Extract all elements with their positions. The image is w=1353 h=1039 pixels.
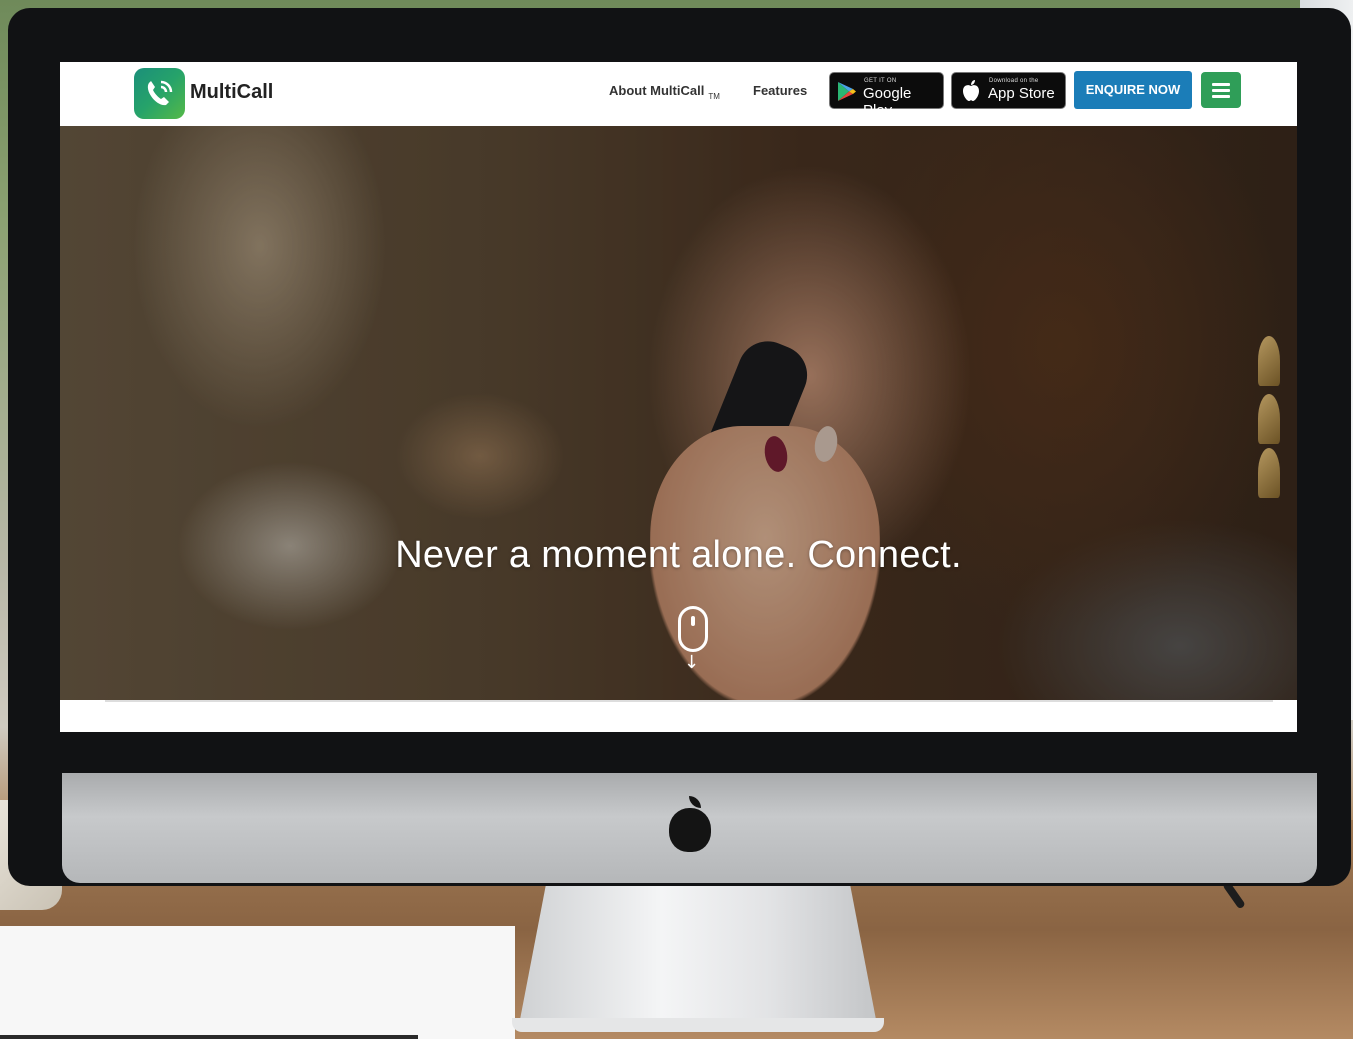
enquire-now-button[interactable]: ENQUIRE NOW [1074, 71, 1192, 109]
app-store-small-text: Download on the [989, 78, 1039, 84]
imac-stand-base [512, 1018, 884, 1032]
google-play-button[interactable]: GET IT ON Google Play [829, 72, 944, 119]
imac-stand [518, 880, 878, 1030]
imac-screen: MultiCall About MultiCall TM Features GET… [60, 62, 1297, 732]
google-play-big-text: Google Play [863, 85, 912, 119]
brand-name[interactable]: MultiCall [190, 81, 273, 104]
app-store-big-text: App Store [988, 85, 1055, 102]
phone-logo-icon[interactable] [134, 68, 185, 119]
nav-link-about-label: About MultiCall [609, 83, 705, 98]
trademark-mark: TM [708, 92, 720, 101]
apple-logo-icon [665, 796, 715, 856]
hero-banner: Never a moment alone. Connect. ↓ [60, 126, 1297, 700]
white-overlay-card [0, 926, 515, 1039]
google-play-icon [838, 82, 856, 101]
navbar: MultiCall About MultiCall TM Features GET… [60, 62, 1297, 126]
hamburger-icon[interactable] [1201, 72, 1241, 108]
card-bar [0, 1035, 418, 1039]
nav-link-features[interactable]: Features [753, 83, 807, 98]
hero-headline: Never a moment alone. Connect. [395, 534, 962, 576]
arrow-down-icon[interactable]: ↓ [684, 654, 699, 672]
apple-icon [963, 80, 979, 101]
page-below-fold [105, 702, 1273, 732]
google-play-small-text: GET IT ON [864, 78, 897, 84]
app-store-button[interactable]: Download on the App Store [951, 72, 1066, 109]
scroll-mouse-icon[interactable] [678, 606, 708, 652]
nav-link-about[interactable]: About MultiCall TM [609, 83, 720, 101]
